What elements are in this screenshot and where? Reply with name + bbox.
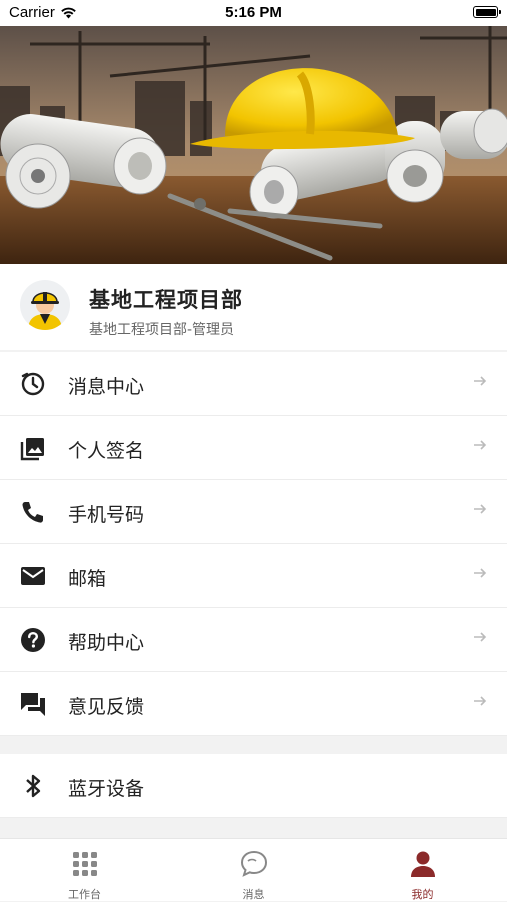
device-menu: 蓝牙设备: [0, 754, 507, 818]
image-icon: [20, 438, 44, 461]
menu-item-email[interactable]: 邮箱: [0, 544, 507, 608]
menu-label: 蓝牙设备: [68, 778, 145, 800]
menu-item-feedback[interactable]: 意见反馈: [0, 672, 507, 736]
menu-label: 意见反馈: [68, 696, 145, 718]
menu-item-signature[interactable]: 个人签名: [0, 416, 507, 480]
arrow-right-icon: [474, 568, 487, 578]
header-banner: [0, 26, 507, 264]
tab-bar: 工作台 消息 我的: [0, 838, 507, 901]
menu-label: 个人签名: [68, 440, 145, 462]
settings-menu: 消息中心 个人签名 手机号码 邮箱 帮助中心 意见反馈: [0, 352, 507, 736]
menu-item-bluetooth[interactable]: 蓝牙设备: [0, 754, 507, 818]
profile-card[interactable]: 基地工程项目部 基地工程项目部-管理员: [0, 264, 507, 350]
chat-icon: [240, 850, 267, 877]
status-time: 5:16 PM: [225, 4, 282, 21]
arrow-right-icon: [474, 504, 487, 514]
arrow-right-icon: [474, 440, 487, 450]
tab-workbench[interactable]: 工作台: [0, 839, 169, 901]
menu-item-help[interactable]: 帮助中心: [0, 608, 507, 672]
user-role: 基地工程项目部-管理员: [89, 322, 235, 338]
menu-label: 手机号码: [68, 504, 145, 526]
tab-messages[interactable]: 消息: [169, 839, 338, 901]
bluetooth-icon: [26, 774, 41, 798]
battery-icon: [473, 6, 501, 18]
menu-item-phone[interactable]: 手机号码: [0, 480, 507, 544]
worker-avatar-icon: [28, 292, 62, 330]
tab-mine[interactable]: 我的: [338, 839, 507, 901]
phone-icon: [22, 502, 43, 523]
mail-icon: [21, 567, 45, 585]
message-clock-icon: [21, 372, 45, 396]
arrow-right-icon: [474, 696, 487, 706]
status-bar: Carrier 5:16 PM: [0, 0, 507, 26]
arrow-right-icon: [474, 632, 487, 642]
grid-icon: [72, 852, 97, 876]
person-icon: [410, 851, 435, 877]
user-name: 基地工程项目部: [89, 288, 243, 312]
help-icon: [21, 628, 45, 652]
arrow-right-icon: [474, 376, 487, 386]
feedback-icon: [21, 693, 45, 716]
menu-item-message-center[interactable]: 消息中心: [0, 352, 507, 416]
avatar: [20, 280, 70, 330]
menu-label: 帮助中心: [68, 632, 145, 654]
menu-label: 消息中心: [68, 376, 145, 398]
construction-banner-image: [0, 26, 507, 264]
menu-label: 邮箱: [68, 568, 107, 590]
